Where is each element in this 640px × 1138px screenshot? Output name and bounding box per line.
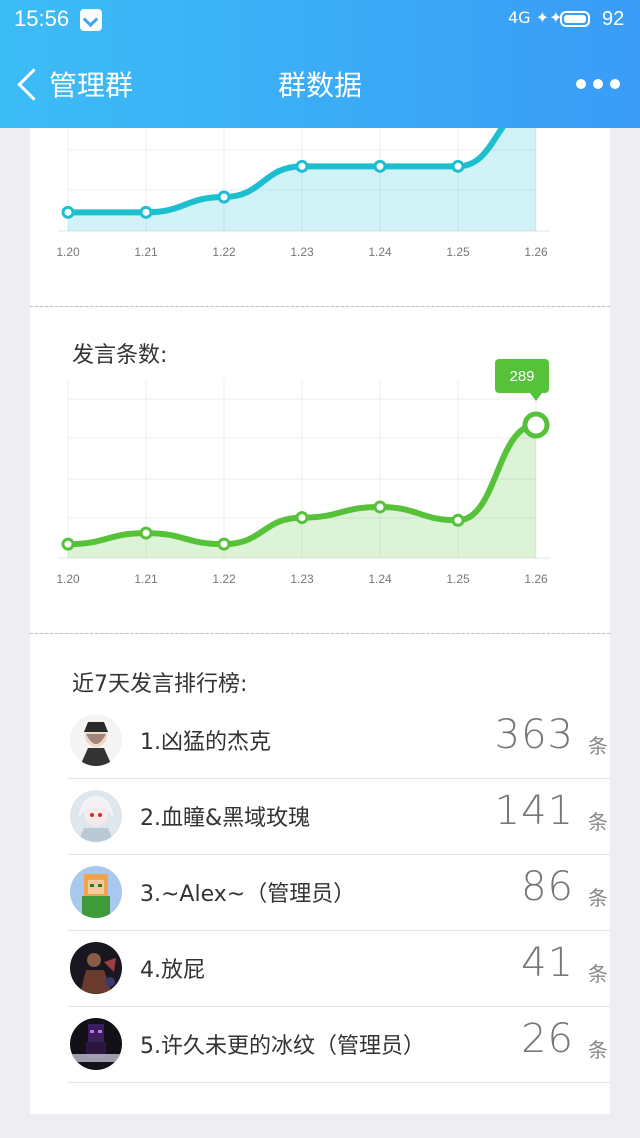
count-unit: 条 (588, 734, 608, 758)
signal-icon: 4G ✦✦ (508, 8, 563, 27)
data-point (522, 411, 550, 439)
data-point (61, 205, 75, 219)
x-tick-label: 1.21 (134, 572, 158, 586)
battery-level: 92 (602, 8, 625, 30)
data-point (61, 537, 75, 551)
data-point (139, 526, 153, 540)
x-tick-label: 1.21 (134, 245, 158, 259)
rank-row[interactable]: 4.放屁 41 条 (68, 930, 610, 1007)
message-count: 363 (494, 712, 574, 758)
value-bubble-label: 289 (509, 368, 534, 385)
more-dot-icon (576, 79, 586, 89)
member-name: 1.凶猛的杰克 (140, 730, 271, 755)
status-time: 15:56 (14, 6, 70, 31)
x-tick-label: 1.22 (212, 572, 236, 586)
avatar (70, 1018, 122, 1070)
nav-bar: 管理群 群数据 (0, 40, 640, 128)
rank-row[interactable]: 3.~Alex~（管理员） 86 条 (68, 854, 610, 931)
count-unit: 条 (588, 1038, 608, 1062)
count-unit: 条 (588, 962, 608, 986)
more-dot-icon (593, 79, 603, 89)
member-name: 4.放屁 (140, 958, 205, 983)
member-name: 5.许久未更的冰纹（管理员） (140, 1034, 425, 1059)
rank-row[interactable]: 2.血瞳&黑域玫瑰 141 条 (68, 778, 610, 855)
message-count: 41 (521, 940, 574, 986)
avatar (70, 790, 122, 842)
x-tick-label: 1.22 (212, 245, 236, 259)
message-count-chart: 1.20 1.21 1.22 1.23 1.24 1.25 1.26 289 (56, 359, 550, 586)
battery-icon (560, 11, 590, 27)
data-point (373, 159, 387, 173)
data-point (295, 159, 309, 173)
x-tick-label: 1.23 (290, 572, 314, 586)
avatar (70, 866, 122, 918)
message-count: 86 (521, 864, 574, 910)
data-point (217, 190, 231, 204)
member-name: 3.~Alex~（管理员） (140, 882, 356, 907)
x-tick-label: 1.20 (56, 245, 80, 259)
avatar (70, 942, 122, 994)
data-point (217, 537, 231, 551)
avatar (70, 714, 122, 766)
x-tick-label: 1.26 (524, 245, 548, 259)
more-dot-icon (610, 79, 620, 89)
notification-icon (80, 9, 102, 31)
data-point (451, 159, 465, 173)
x-tick-label: 1.20 (56, 572, 80, 586)
data-point (451, 513, 465, 527)
x-tick-label: 1.26 (524, 572, 548, 586)
rank-row[interactable]: 5.许久未更的冰纹（管理员） 26 条 (68, 1006, 610, 1083)
status-bar: 15:56 4G ✦✦ 92 (0, 0, 640, 40)
count-unit: 条 (588, 886, 608, 910)
x-tick-label: 1.25 (446, 572, 470, 586)
data-point (139, 205, 153, 219)
rank-row[interactable]: 1.凶猛的杰克 363 条 (68, 702, 610, 779)
chart-card-top: 1.20 1.21 1.22 1.23 1.24 1.25 1.26 (30, 128, 610, 306)
data-point (373, 500, 387, 514)
message-count: 141 (494, 788, 574, 834)
more-options-button[interactable] (576, 76, 620, 92)
x-tick-label: 1.23 (290, 245, 314, 259)
data-point (295, 511, 309, 525)
x-tick-label: 1.24 (368, 572, 392, 586)
member-chart: 1.20 1.21 1.22 1.23 1.24 1.25 1.26 (56, 128, 550, 259)
ranking-title: 近7天发言排行榜: (72, 672, 248, 697)
chart-card-messages: 发言条数: 1.20 1.21 1.22 1.23 1.24 1.25 1.26 289 (30, 307, 610, 633)
ranking-card: 近7天发言排行榜: 1.凶猛的杰克 363 条 2.血瞳&黑域玫瑰 141 条 … (30, 634, 610, 1114)
message-count: 26 (521, 1016, 574, 1062)
value-bubble-arrow (530, 393, 542, 401)
x-tick-label: 1.25 (446, 245, 470, 259)
count-unit: 条 (588, 810, 608, 834)
x-tick-label: 1.24 (368, 245, 392, 259)
page-title: 群数据 (277, 69, 362, 102)
member-name: 2.血瞳&黑域玫瑰 (140, 806, 311, 831)
